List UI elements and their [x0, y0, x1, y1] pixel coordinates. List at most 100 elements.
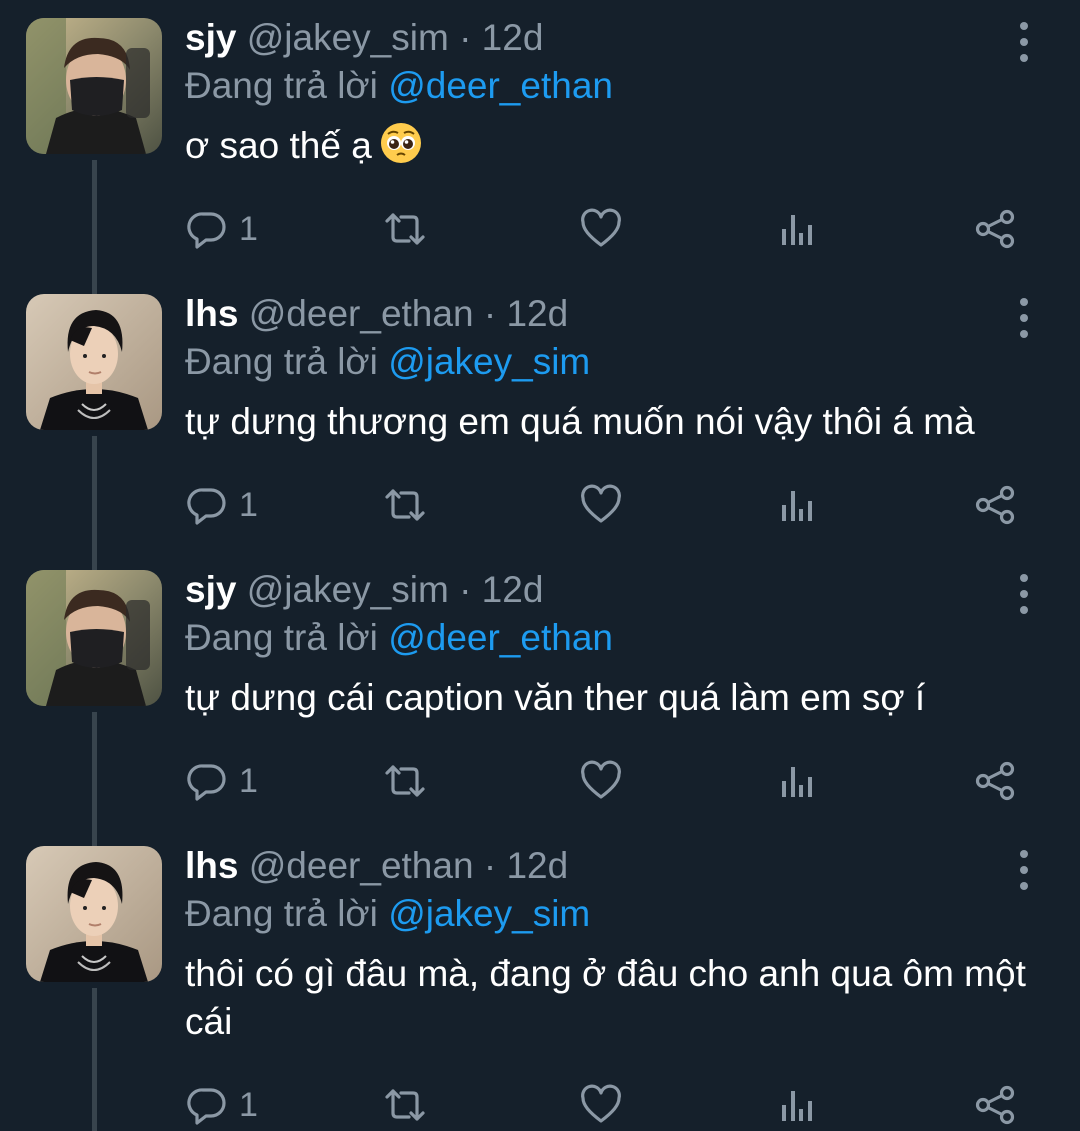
- display-name[interactable]: sjy: [185, 17, 236, 58]
- more-options-button[interactable]: [1008, 22, 1040, 62]
- tweet[interactable]: sjy @jakey_sim · 12d Đang trả lời @deer_…: [0, 552, 1080, 832]
- replying-to-label: Đang trả lời: [185, 341, 378, 382]
- analytics-icon: [782, 767, 812, 797]
- replying-to-label: Đang trả lời: [185, 893, 378, 934]
- like-button[interactable]: [579, 1080, 623, 1130]
- like-button[interactable]: [579, 756, 623, 806]
- reply-icon: [187, 764, 226, 801]
- replying-to: Đang trả lời @jakey_sim: [185, 336, 590, 388]
- retweet-button[interactable]: [381, 204, 429, 254]
- reply-button[interactable]: 1: [185, 756, 258, 806]
- more-options-button[interactable]: [1008, 298, 1040, 338]
- tweet-header: lhs @deer_ethan · 12d: [185, 840, 568, 892]
- tweet-actions: 1: [185, 480, 1045, 530]
- replying-to-label: Đang trả lời: [185, 65, 378, 106]
- analytics-icon: [782, 215, 812, 245]
- like-button[interactable]: [579, 480, 623, 530]
- replying-to: Đang trả lời @deer_ethan: [185, 60, 613, 112]
- analytics-button[interactable]: [777, 480, 817, 530]
- tweet-text-content: tự dưng cái caption văn ther quá làm em …: [185, 677, 926, 718]
- reply-button[interactable]: 1: [185, 480, 258, 530]
- separator: ·: [483, 845, 497, 886]
- tweet-header: sjy @jakey_sim · 12d: [185, 564, 543, 616]
- tweet-text: ơ sao thế ạ: [185, 122, 1045, 176]
- retweet-icon: [385, 765, 425, 797]
- reply-count: 1: [239, 1086, 258, 1124]
- share-button[interactable]: [973, 1080, 1017, 1130]
- display-name[interactable]: lhs: [185, 293, 238, 334]
- analytics-icon: [782, 491, 812, 521]
- tweet-actions: 1: [185, 204, 1045, 254]
- separator: ·: [459, 17, 472, 58]
- analytics-icon: [782, 1091, 812, 1121]
- retweet-button[interactable]: [381, 480, 429, 530]
- tweet-text: tự dưng cái caption văn ther quá làm em …: [185, 674, 1045, 722]
- share-button[interactable]: [973, 480, 1017, 530]
- tweet-text-content: ơ sao thế ạ: [185, 125, 372, 166]
- more-options-button[interactable]: [1008, 850, 1040, 890]
- heart-icon: [581, 1084, 621, 1123]
- like-button[interactable]: [579, 204, 623, 254]
- replying-to: Đang trả lời @deer_ethan: [185, 612, 613, 664]
- user-handle[interactable]: @deer_ethan: [249, 845, 474, 886]
- avatar[interactable]: [26, 294, 162, 430]
- mention-link[interactable]: @deer_ethan: [388, 65, 613, 106]
- reply-icon: [187, 1088, 226, 1125]
- avatar[interactable]: [26, 570, 162, 706]
- retweet-icon: [385, 1089, 425, 1121]
- mention-link[interactable]: @deer_ethan: [388, 617, 613, 658]
- reply-button[interactable]: 1: [185, 204, 258, 254]
- replying-to: Đang trả lời @jakey_sim: [185, 888, 590, 940]
- timestamp[interactable]: 12d: [506, 845, 568, 886]
- avatar[interactable]: [26, 18, 162, 154]
- heart-icon: [581, 760, 621, 799]
- more-options-button[interactable]: [1008, 574, 1040, 614]
- analytics-button[interactable]: [777, 204, 817, 254]
- timestamp[interactable]: 12d: [506, 293, 568, 334]
- retweet-icon: [385, 489, 425, 521]
- tweet-actions: 1: [185, 756, 1045, 806]
- mention-link[interactable]: @jakey_sim: [388, 893, 590, 934]
- tweet-text: thôi có gì đâu mà, đang ở đâu cho anh qu…: [185, 950, 1045, 1046]
- tweet[interactable]: sjy @jakey_sim · 12d Đang trả lời @deer_…: [0, 0, 1080, 280]
- tweet-text-content: thôi có gì đâu mà, đang ở đâu cho anh qu…: [185, 953, 1026, 1042]
- timestamp[interactable]: 12d: [482, 17, 544, 58]
- mention-link[interactable]: @jakey_sim: [388, 341, 590, 382]
- share-icon: [975, 485, 1015, 525]
- tweet-text: tự dưng thương em quá muốn nói vậy thôi …: [185, 398, 1045, 446]
- user-handle[interactable]: @jakey_sim: [247, 569, 449, 610]
- separator: ·: [483, 293, 497, 334]
- reply-button[interactable]: 1: [185, 1080, 258, 1130]
- heart-icon: [581, 208, 621, 247]
- pleading-face-emoji: [380, 122, 422, 176]
- display-name[interactable]: lhs: [185, 845, 238, 886]
- user-handle[interactable]: @jakey_sim: [247, 17, 449, 58]
- tweet[interactable]: lhs @deer_ethan · 12d Đang trả lời @jake…: [0, 276, 1080, 556]
- heart-icon: [581, 484, 621, 523]
- analytics-button[interactable]: [777, 1080, 817, 1130]
- tweet-header: lhs @deer_ethan · 12d: [185, 288, 568, 340]
- retweet-button[interactable]: [381, 756, 429, 806]
- reply-count: 1: [239, 486, 258, 524]
- share-button[interactable]: [973, 204, 1017, 254]
- reply-count: 1: [239, 210, 258, 248]
- tweet-text-content: tự dưng thương em quá muốn nói vậy thôi …: [185, 401, 975, 442]
- analytics-button[interactable]: [777, 756, 817, 806]
- retweet-icon: [385, 213, 425, 245]
- reply-icon: [187, 488, 226, 525]
- tweet-header: sjy @jakey_sim · 12d: [185, 12, 543, 64]
- tweet-actions: 1: [185, 1080, 1045, 1130]
- display-name[interactable]: sjy: [185, 569, 236, 610]
- avatar[interactable]: [26, 846, 162, 982]
- share-icon: [975, 761, 1015, 801]
- separator: ·: [459, 569, 472, 610]
- timestamp[interactable]: 12d: [482, 569, 544, 610]
- reply-icon: [187, 212, 226, 249]
- user-handle[interactable]: @deer_ethan: [249, 293, 474, 334]
- share-button[interactable]: [973, 756, 1017, 806]
- reply-count: 1: [239, 762, 258, 800]
- share-icon: [975, 1085, 1015, 1125]
- tweet[interactable]: lhs @deer_ethan · 12d Đang trả lời @jake…: [0, 828, 1080, 1131]
- retweet-button[interactable]: [381, 1080, 429, 1130]
- share-icon: [975, 209, 1015, 249]
